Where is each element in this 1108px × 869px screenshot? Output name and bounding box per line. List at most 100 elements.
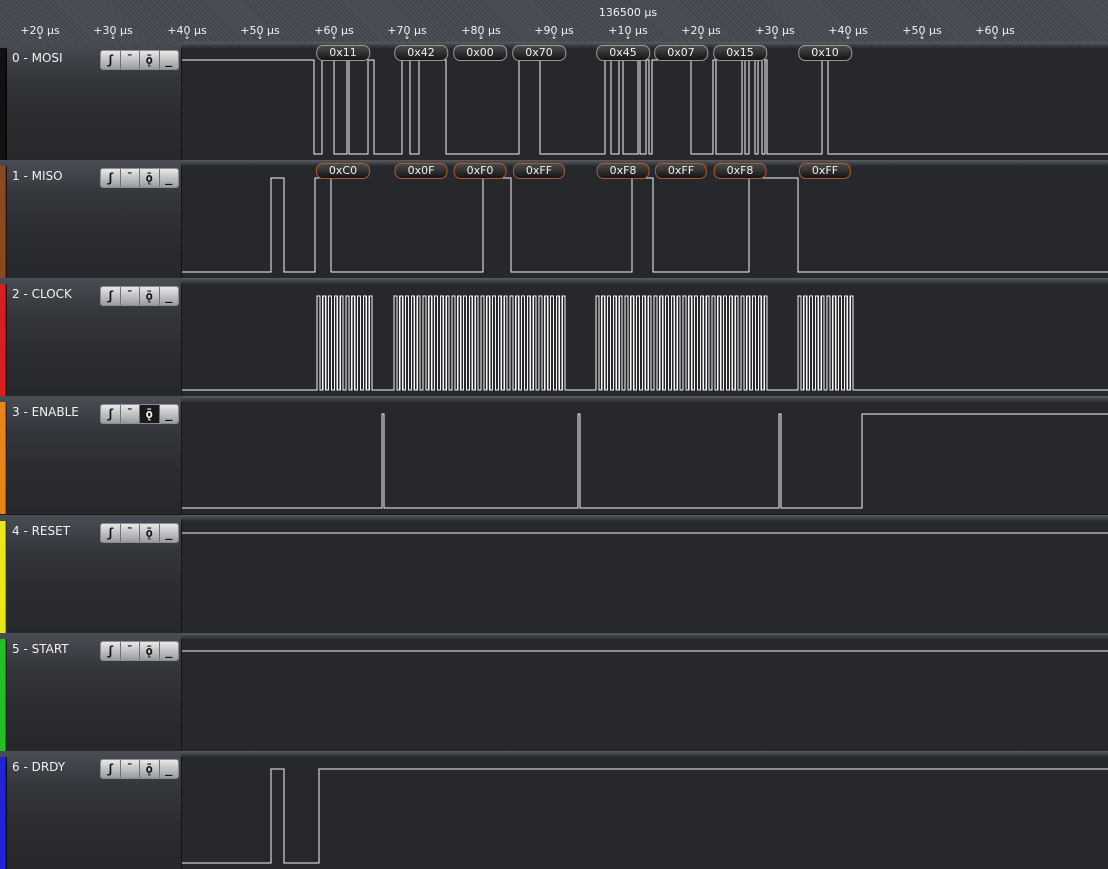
rising-edge-icon[interactable]: ʃ <box>101 405 121 423</box>
waveform-trace <box>182 295 1108 391</box>
ruler-tick-arrow-icon: ↓ <box>771 32 779 41</box>
waveform-svg <box>182 650 1108 652</box>
low-level-icon[interactable]: _ <box>160 51 179 69</box>
trigger-selector: ʃ ¯ ǭ _ <box>100 759 179 779</box>
rising-edge-icon[interactable]: ʃ <box>101 524 121 542</box>
trigger-selector: ʃ ¯ ǭ _ <box>100 286 179 306</box>
channel-waveform-area[interactable] <box>181 639 1108 751</box>
channel-waveform-area[interactable] <box>181 402 1108 514</box>
channel-4: 4 - RESET ʃ ¯ ǭ _ <box>0 515 1108 633</box>
waveform-svg <box>182 768 1108 864</box>
trigger-selector: ʃ ¯ ǭ _ <box>100 404 179 424</box>
decoded-byte-badge[interactable]: 0x0F <box>394 163 448 179</box>
falling-edge-icon[interactable]: ǭ <box>140 169 160 187</box>
ruler-tick-arrow-icon: ↓ <box>918 32 926 41</box>
channel-5: 5 - START ʃ ¯ ǭ _ <box>0 633 1108 751</box>
ruler-tick-arrow-icon: ↓ <box>550 32 558 41</box>
channel-name: 3 - ENABLE <box>12 405 79 419</box>
high-level-icon[interactable]: ¯ <box>121 51 140 69</box>
low-level-icon[interactable]: _ <box>160 642 179 660</box>
falling-edge-icon[interactable]: ǭ <box>140 760 160 778</box>
waveform-svg <box>182 413 1108 509</box>
waveform-trace <box>182 59 1108 155</box>
waveform-svg <box>182 177 1108 273</box>
channel-header[interactable]: 1 - MISO ʃ ¯ ǭ _ <box>0 160 181 278</box>
channel-color-swatch <box>0 166 7 278</box>
low-level-icon[interactable]: _ <box>160 405 179 423</box>
rising-edge-icon[interactable]: ʃ <box>101 169 121 187</box>
falling-edge-icon[interactable]: ǭ <box>140 287 160 305</box>
decoded-byte-badge[interactable]: 0x70 <box>512 45 566 61</box>
decoded-byte-badge[interactable]: 0xFF <box>798 163 852 179</box>
channel-waveform-area[interactable] <box>181 284 1108 396</box>
high-level-icon[interactable]: ¯ <box>121 405 140 423</box>
rising-edge-icon[interactable]: ʃ <box>101 287 121 305</box>
waveform-trace <box>182 768 1108 864</box>
decoded-byte-badge[interactable]: 0x07 <box>654 45 708 61</box>
rising-edge-icon[interactable]: ʃ <box>101 642 121 660</box>
high-level-icon[interactable]: ¯ <box>121 169 140 187</box>
ruler-tick-arrow-icon: ↓ <box>697 32 705 41</box>
channel-header[interactable]: 6 - DRDY ʃ ¯ ǭ _ <box>0 751 181 869</box>
ruler-tick-arrow-icon: ↓ <box>330 32 338 41</box>
ruler-tick-arrow-icon: ↓ <box>36 32 44 41</box>
channel-header[interactable]: 0 - MOSI ʃ ¯ ǭ _ <box>0 42 181 160</box>
falling-edge-icon[interactable]: ǭ <box>140 642 160 660</box>
channel-name: 6 - DRDY <box>12 760 66 774</box>
low-level-icon[interactable]: _ <box>160 524 179 542</box>
trigger-selector: ʃ ¯ ǭ _ <box>100 641 179 661</box>
channel-waveform-area[interactable] <box>181 757 1108 869</box>
waveform-trace <box>182 177 1108 273</box>
ruler-cursor-time: 136500 µs <box>598 6 658 19</box>
channel-header[interactable]: 4 - RESET ʃ ¯ ǭ _ <box>0 515 181 633</box>
decoded-byte-badge[interactable]: 0x45 <box>596 45 650 61</box>
decoded-byte-badge[interactable]: 0xC0 <box>315 163 371 179</box>
channel-color-swatch <box>0 639 7 751</box>
low-level-icon[interactable]: _ <box>160 169 179 187</box>
decoded-byte-badge[interactable]: 0x00 <box>453 45 507 61</box>
trigger-selector: ʃ ¯ ǭ _ <box>100 168 179 188</box>
ruler-tick-arrow-icon: ↓ <box>991 32 999 41</box>
decoded-byte-badge[interactable]: 0x11 <box>316 45 370 61</box>
rising-edge-icon[interactable]: ʃ <box>101 51 121 69</box>
channel-name: 5 - START <box>12 642 69 656</box>
channel-waveform-area[interactable]: 0xC0 0x0F 0xF0 0xFF 0xF8 0xFF 0xF8 0xFF <box>181 163 1108 278</box>
time-ruler[interactable]: 136500 µs +20 µs ↓ +30 µs ↓ +40 µs ↓ +50 µs ↓ +6… <box>0 0 1108 43</box>
decoded-byte-badge[interactable]: 0x10 <box>798 45 852 61</box>
channel-color-swatch <box>0 757 7 869</box>
channel-name: 1 - MISO <box>12 169 63 183</box>
decoded-byte-badge[interactable]: 0xFF <box>654 163 708 179</box>
high-level-icon[interactable]: ¯ <box>121 524 140 542</box>
channel-name: 4 - RESET <box>12 524 71 538</box>
channel-6: 6 - DRDY ʃ ¯ ǭ _ <box>0 751 1108 869</box>
falling-edge-icon[interactable]: ǭ <box>140 524 160 542</box>
ruler-tick-arrow-icon: ↓ <box>477 32 485 41</box>
decoded-byte-badge[interactable]: 0x15 <box>713 45 767 61</box>
channel-waveform-area[interactable] <box>181 521 1108 633</box>
falling-edge-icon[interactable]: ǭ <box>140 51 160 69</box>
channel-0: 0 - MOSI ʃ ¯ ǭ _ 0x11 0x42 0x00 0x70 0x45 0x07 0x15… <box>0 42 1108 160</box>
high-level-icon[interactable]: ¯ <box>121 287 140 305</box>
channel-waveform-area[interactable]: 0x11 0x42 0x00 0x70 0x45 0x07 0x15 0x10 <box>181 45 1108 160</box>
waveform-svg <box>182 59 1108 155</box>
decoded-byte-badge[interactable]: 0x42 <box>394 45 448 61</box>
ruler-tick-arrow-icon: ↓ <box>844 32 852 41</box>
channel-list: 0 - MOSI ʃ ¯ ǭ _ 0x11 0x42 0x00 0x70 0x45 0x07 0x15… <box>0 42 1108 869</box>
channel-name: 0 - MOSI <box>12 51 63 65</box>
channel-color-swatch <box>0 284 7 396</box>
decoded-byte-badge[interactable]: 0xF8 <box>713 163 767 179</box>
decoded-byte-badge[interactable]: 0xF8 <box>596 163 650 179</box>
channel-header[interactable]: 3 - ENABLE ʃ ¯ ǭ _ <box>0 396 181 514</box>
rising-edge-icon[interactable]: ʃ <box>101 760 121 778</box>
trigger-selector: ʃ ¯ ǭ _ <box>100 523 179 543</box>
falling-edge-icon[interactable]: ǭ <box>140 405 160 423</box>
channel-color-swatch <box>0 48 7 160</box>
high-level-icon[interactable]: ¯ <box>121 642 140 660</box>
low-level-icon[interactable]: _ <box>160 760 179 778</box>
decoded-byte-badge[interactable]: 0xF0 <box>453 163 507 179</box>
high-level-icon[interactable]: ¯ <box>121 760 140 778</box>
decoded-byte-badge[interactable]: 0xFF <box>512 163 566 179</box>
channel-header[interactable]: 5 - START ʃ ¯ ǭ _ <box>0 633 181 751</box>
low-level-icon[interactable]: _ <box>160 287 179 305</box>
channel-header[interactable]: 2 - CLOCK ʃ ¯ ǭ _ <box>0 278 181 396</box>
